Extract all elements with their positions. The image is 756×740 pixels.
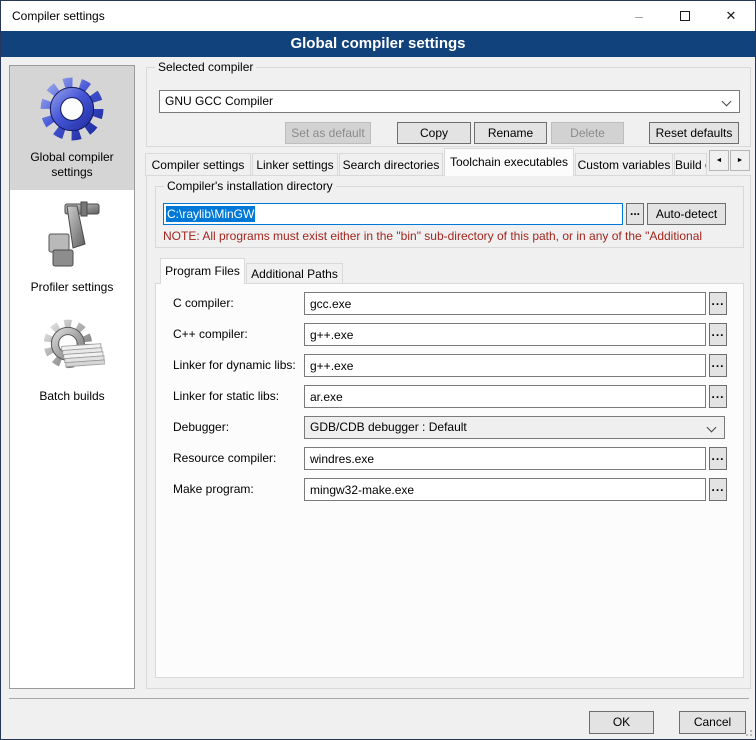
debugger-select[interactable]: GDB/CDB debugger : Default: [304, 416, 725, 439]
cancel-button[interactable]: Cancel: [679, 711, 746, 734]
arrow-right-icon: ►: [737, 157, 744, 164]
subtab-program-files[interactable]: Program Files: [160, 258, 245, 284]
settings-tab-bar: Compiler settings Linker settings Search…: [145, 148, 708, 176]
installation-directory-group: Compiler's installation directory C:\ray…: [155, 186, 744, 248]
static-linker-input[interactable]: [304, 385, 706, 408]
tab-compiler-settings[interactable]: Compiler settings: [145, 153, 251, 176]
ok-button[interactable]: OK: [589, 711, 654, 734]
tab-custom-variables[interactable]: Custom variables: [575, 153, 673, 176]
toolchain-executables-panel: Compiler's installation directory C:\ray…: [146, 175, 751, 689]
debugger-label: Debugger:: [173, 420, 229, 435]
close-icon: ✕: [726, 8, 737, 23]
cpp-compiler-browse-button[interactable]: ...: [709, 323, 727, 346]
close-button[interactable]: ✕: [708, 1, 754, 31]
footer-divider: [9, 698, 749, 699]
dynamic-linker-browse-button[interactable]: ...: [709, 354, 727, 377]
compiler-select-value: GNU GCC Compiler: [165, 94, 273, 108]
dynamic-linker-label: Linker for dynamic libs:: [173, 358, 296, 373]
sidebar-item-profiler-settings[interactable]: Profiler settings: [10, 190, 134, 305]
make-program-label: Make program:: [173, 482, 254, 497]
window-title: Compiler settings: [12, 1, 105, 31]
c-compiler-input[interactable]: [304, 292, 706, 315]
make-program-input[interactable]: [304, 478, 706, 501]
arrow-left-icon: ◄: [716, 157, 723, 164]
rename-button[interactable]: Rename: [474, 122, 547, 144]
resize-grip[interactable]: [743, 727, 752, 736]
tab-scroll-left-button[interactable]: ◄: [709, 150, 729, 171]
tab-scroll-right-button[interactable]: ►: [730, 150, 750, 171]
resource-compiler-browse-button[interactable]: ...: [709, 447, 727, 470]
caliper-icon: [37, 200, 107, 275]
static-linker-browse-button[interactable]: ...: [709, 385, 727, 408]
installation-directory-input[interactable]: C:\raylib\MinGW: [163, 203, 623, 225]
chevron-down-icon: [707, 423, 717, 433]
tab-build-options[interactable]: Build options: [674, 153, 707, 176]
reset-defaults-button[interactable]: Reset defaults: [649, 122, 739, 144]
static-linker-label: Linker for static libs:: [173, 389, 279, 404]
tab-linker-settings[interactable]: Linker settings: [252, 153, 338, 176]
cpp-compiler-label: C++ compiler:: [173, 327, 248, 342]
page-title: Global compiler settings: [1, 31, 755, 57]
sidebar-item-global-compiler-settings[interactable]: Global compiler settings: [10, 66, 134, 190]
copy-button[interactable]: Copy: [397, 122, 471, 144]
c-compiler-label: C compiler:: [173, 296, 234, 311]
chevron-down-icon: [722, 97, 732, 107]
tab-search-directories[interactable]: Search directories: [339, 153, 443, 176]
blue-gear-icon: [39, 76, 105, 145]
maximize-icon: [680, 11, 690, 21]
program-files-panel: C compiler: ... C++ compiler: ... Linker…: [155, 283, 744, 678]
selected-compiler-group: Selected compiler GNU GCC Compiler Set a…: [146, 67, 751, 147]
c-compiler-browse-button[interactable]: ...: [709, 292, 727, 315]
group-label: Compiler's installation directory: [164, 179, 336, 194]
browse-directory-button[interactable]: ...: [626, 203, 644, 225]
note-text: NOTE: All programs must exist either in …: [163, 229, 738, 243]
program-files-tab-bar: Program Files Additional Paths: [160, 258, 344, 284]
tab-toolchain-executables[interactable]: Toolchain executables: [444, 148, 574, 176]
make-program-browse-button[interactable]: ...: [709, 478, 727, 501]
subtab-additional-paths[interactable]: Additional Paths: [246, 263, 343, 284]
sidebar-item-label: Batch builds: [39, 389, 104, 404]
group-label: Selected compiler: [155, 60, 256, 75]
resource-compiler-input[interactable]: [304, 447, 706, 470]
settings-category-list: Global compiler settings Profiler: [9, 65, 135, 689]
sidebar-item-label: Global compiler settings: [12, 150, 132, 180]
maximize-button[interactable]: [662, 1, 708, 31]
cpp-compiler-input[interactable]: [304, 323, 706, 346]
set-as-default-button[interactable]: Set as default: [285, 122, 371, 144]
sidebar-item-label: Profiler settings: [31, 280, 114, 295]
minimize-icon: –: [635, 8, 643, 24]
compiler-settings-dialog: Compiler settings – ✕ Global compiler se…: [0, 0, 756, 740]
minimize-button[interactable]: –: [616, 1, 662, 31]
auto-detect-button[interactable]: Auto-detect: [647, 203, 726, 225]
title-bar[interactable]: Compiler settings – ✕: [1, 1, 755, 31]
gray-gear-stack-icon: [39, 315, 105, 384]
sidebar-item-batch-builds[interactable]: Batch builds: [10, 305, 134, 414]
delete-button[interactable]: Delete: [551, 122, 624, 144]
resource-compiler-label: Resource compiler:: [173, 451, 276, 466]
selected-path-text: C:\raylib\MinGW: [166, 206, 255, 222]
debugger-select-value: GDB/CDB debugger : Default: [310, 420, 467, 434]
dynamic-linker-input[interactable]: [304, 354, 706, 377]
compiler-select[interactable]: GNU GCC Compiler: [159, 90, 740, 113]
